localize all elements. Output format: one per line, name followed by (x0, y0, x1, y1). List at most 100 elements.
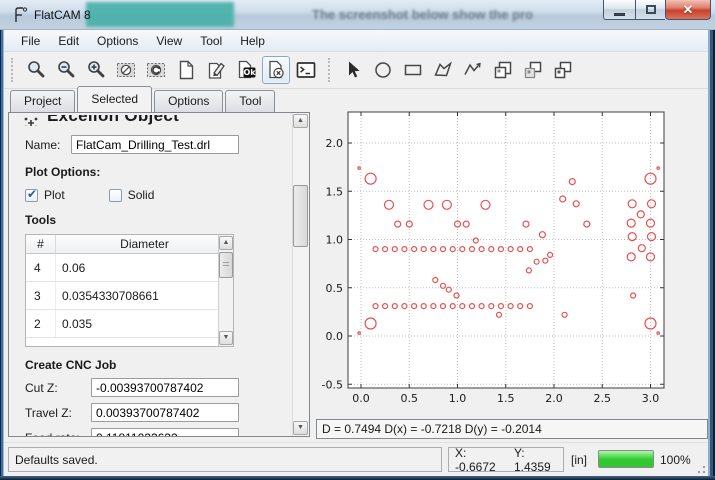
move-object-button[interactable] (549, 56, 577, 84)
travel-z-input[interactable] (91, 403, 239, 422)
zoom-out-button[interactable] (52, 56, 80, 84)
svg-text:0.5: 0.5 (326, 282, 344, 295)
table-row-partial (26, 338, 233, 346)
maximize-icon (646, 5, 656, 14)
svg-text:1.0: 1.0 (326, 234, 344, 247)
tab-options[interactable]: Options (154, 90, 223, 112)
name-label: Name: (25, 138, 71, 152)
menu-options[interactable]: Options (88, 32, 147, 50)
svg-text:1.5: 1.5 (326, 185, 344, 198)
panel-scroll-thumb[interactable] (293, 185, 308, 247)
zoom-fit-button[interactable] (22, 56, 50, 84)
duplicate-object-icon (522, 59, 544, 81)
toolbar-handle-2[interactable] (328, 58, 333, 82)
tab-selected[interactable]: Selected (77, 86, 152, 112)
tools-table-header: # Diameter (26, 235, 233, 254)
svg-text:-0.5: -0.5 (322, 378, 343, 391)
menu-help[interactable]: Help (231, 32, 274, 50)
tabbar: Project Selected Options Tool (10, 90, 277, 112)
feed-rate-row: Feed rate: (25, 428, 291, 436)
thumb-grip-icon (223, 262, 229, 268)
app-icon (11, 6, 29, 24)
scroll-down-button[interactable]: ▼ (219, 331, 233, 345)
edit-object-icon (205, 59, 227, 81)
save-object-icon: Ok (235, 59, 257, 81)
shell-button[interactable] (292, 56, 320, 84)
edit-object-button[interactable] (202, 56, 230, 84)
duplicate-object-button[interactable] (519, 56, 547, 84)
solid-checkbox[interactable] (109, 189, 122, 202)
resize-grip[interactable] (693, 461, 705, 473)
draw-polygon-button[interactable] (429, 56, 457, 84)
zoom-in-button[interactable] (82, 56, 110, 84)
copy-object-button[interactable] (489, 56, 517, 84)
window-title: FlatCAM 8 (34, 8, 91, 22)
scroll-thumb[interactable] (219, 252, 233, 278)
cell-number[interactable]: 2 (26, 310, 56, 337)
draw-rectangle-button[interactable] (399, 56, 427, 84)
draw-circle-button[interactable] (369, 56, 397, 84)
cell-diameter[interactable]: 0.035 (56, 310, 233, 337)
tab-tool[interactable]: Tool (225, 90, 275, 112)
menu-view[interactable]: View (147, 32, 191, 50)
clear-plot-icon (115, 59, 137, 81)
cell-diameter[interactable]: 0.0354330708661 (56, 282, 233, 309)
cut-z-input[interactable] (91, 378, 239, 397)
svg-text:Ok: Ok (243, 68, 256, 77)
coord-y: Y: 1.4359 (514, 446, 557, 474)
svg-text:0.5: 0.5 (401, 392, 419, 405)
measurement-readout: D = 0.7494 D(x) = -0.7218 D(y) = -0.2014 (316, 419, 708, 439)
select-pointer-button[interactable] (339, 56, 367, 84)
close-button[interactable]: ✕ (665, 0, 711, 20)
toolbar: Ok (4, 52, 708, 89)
feed-rate-input[interactable] (91, 428, 239, 436)
close-icon: ✕ (683, 2, 694, 18)
new-project-button[interactable] (172, 56, 200, 84)
col-number[interactable]: # (26, 235, 56, 253)
minimize-button[interactable] (603, 0, 635, 20)
new-project-icon (175, 59, 197, 81)
menu-file[interactable]: File (12, 32, 49, 50)
clear-plot-button[interactable] (112, 56, 140, 84)
copy-object-icon (492, 59, 514, 81)
svg-text:0.0: 0.0 (352, 392, 370, 405)
panel-scroll-up-button[interactable]: ▲ (293, 114, 308, 128)
toolbar-handle[interactable] (11, 58, 16, 82)
selected-object-panel: Excellon Object Name: Plot Options: Plot… (8, 112, 310, 437)
menu-edit[interactable]: Edit (49, 32, 88, 50)
table-row[interactable]: 30.0354330708661 (26, 282, 233, 310)
draw-rectangle-icon (402, 59, 424, 81)
progress-fill (599, 451, 653, 467)
zoom-fit-icon (25, 59, 47, 81)
name-row: Name: (25, 135, 291, 154)
plot-area[interactable]: 0.00.51.01.52.02.53.0-0.50.00.51.01.52.0 (316, 92, 707, 418)
plot-canvas[interactable]: 0.00.51.01.52.02.53.0-0.50.00.51.01.52.0 (316, 92, 707, 418)
replot-button[interactable] (142, 56, 170, 84)
panel-scrollbar: ▲ ▼ (292, 113, 309, 436)
save-object-button[interactable]: Ok (232, 56, 260, 84)
cell-number[interactable]: 3 (26, 282, 56, 309)
object-title: Excellon Object (47, 115, 179, 126)
plot-options-row: Plot Solid (25, 188, 291, 202)
menu-tool[interactable]: Tool (191, 32, 231, 50)
draw-polyline-button[interactable] (459, 56, 487, 84)
scroll-up-button[interactable]: ▲ (219, 236, 233, 250)
cell-number[interactable]: 4 (26, 254, 56, 281)
replot-icon (145, 59, 167, 81)
cell-diameter[interactable]: 0.06 (56, 254, 233, 281)
plot-checkbox-label: Plot (44, 188, 65, 202)
titlebar[interactable]: The screenshot below show the pro FlatCA… (0, 0, 715, 30)
maximize-button[interactable] (635, 0, 665, 20)
object-name-input[interactable] (71, 135, 239, 154)
panel-scroll-down-button[interactable]: ▼ (293, 421, 308, 435)
svg-text:1.5: 1.5 (497, 392, 515, 405)
mouse-coordinates: X: -0.6672 Y: 1.4359 (448, 447, 564, 472)
travel-z-row: Travel Z: (25, 403, 291, 422)
col-diameter[interactable]: Diameter (56, 235, 233, 253)
table-row[interactable]: 40.06 (26, 254, 233, 282)
table-row[interactable]: 20.035 (26, 310, 233, 338)
move-object-icon (552, 59, 574, 81)
delete-object-button[interactable] (262, 56, 290, 84)
tab-project[interactable]: Project (10, 90, 75, 112)
plot-checkbox[interactable] (25, 189, 38, 202)
